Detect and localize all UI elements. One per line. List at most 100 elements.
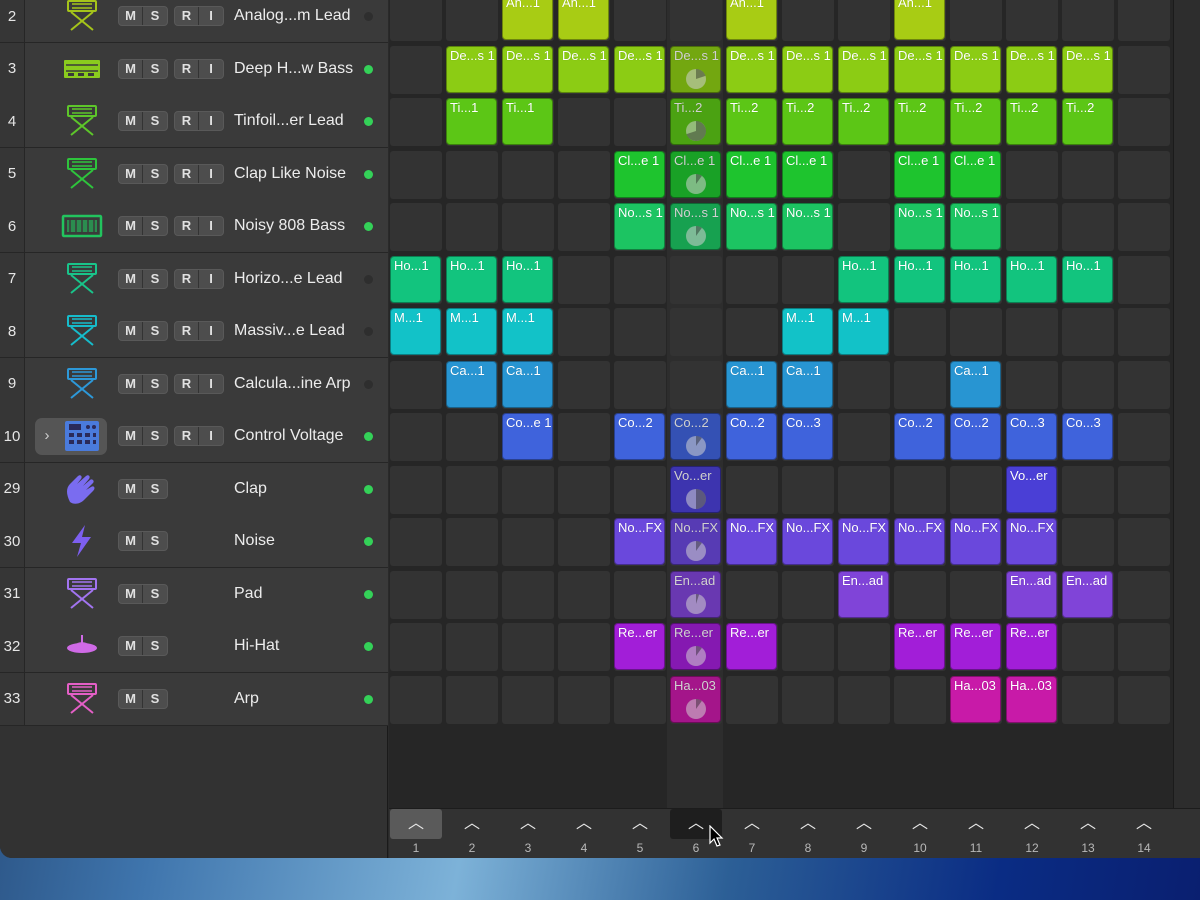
track-row[interactable]: 29 M S Clap [0,462,388,516]
clip-cell[interactable]: De...s 1 [950,45,1001,93]
record-enable-button[interactable]: R [175,322,199,340]
empty-cell-slot[interactable] [726,308,778,356]
record-enable-button[interactable]: R [175,59,199,78]
empty-cell-slot[interactable] [390,98,442,146]
clip-cell[interactable]: Re...er [670,623,721,670]
clip-cell[interactable]: No...FX [1006,518,1057,565]
empty-cell-slot[interactable] [446,203,498,251]
empty-cell-slot[interactable] [502,675,554,724]
track-row[interactable]: 8 M S R I Massiv...e Lead [0,305,388,358]
solo-button[interactable]: S [143,217,167,235]
input-monitor-button[interactable]: I [199,217,223,235]
empty-cell-slot[interactable] [894,675,946,724]
mute-button[interactable]: M [119,217,143,235]
clip-cell[interactable]: Ca...1 [782,360,833,408]
input-monitor-button[interactable]: I [199,60,223,78]
empty-cell-slot[interactable] [1062,360,1114,409]
track-row[interactable]: 2 M S R I Analog...m Lead [0,0,388,43]
clip-cell[interactable]: Re...er [726,623,777,670]
empty-cell-slot[interactable] [502,570,554,619]
empty-cell-slot[interactable] [558,255,610,304]
empty-cell-slot[interactable] [1062,150,1114,199]
empty-cell-slot[interactable] [558,98,610,146]
empty-cell-slot[interactable] [950,465,1002,514]
mute-button[interactable]: M [119,59,143,78]
empty-cell-slot[interactable] [838,360,890,409]
empty-cell-slot[interactable] [558,518,610,566]
empty-cell-slot[interactable] [614,360,666,409]
clip-cell[interactable]: No...FX [950,518,1001,565]
clip-cell[interactable]: Ho...1 [390,255,441,303]
track-row[interactable]: 32 M S Hi-Hat [0,620,388,673]
input-monitor-button[interactable]: I [199,375,223,393]
clip-cell[interactable]: De...s 1 [558,45,609,93]
mute-button[interactable]: M [119,532,143,550]
empty-cell-slot[interactable] [446,518,498,566]
track-row[interactable]: 6 M S R I Noisy 808 Bass [0,200,388,253]
clip-cell[interactable]: No...s 1 [950,203,1001,250]
record-enable-button[interactable]: R [175,7,199,25]
mute-button[interactable]: M [119,7,143,25]
solo-button[interactable]: S [143,585,167,603]
clip-cell[interactable]: En...ad [838,570,889,618]
clip-cell[interactable]: Ti...1 [446,98,497,145]
empty-cell-slot[interactable] [670,360,722,409]
empty-cell-slot[interactable] [1118,203,1170,251]
empty-cell-slot[interactable] [1062,0,1114,41]
mute-button[interactable]: M [119,427,143,445]
empty-cell-slot[interactable] [390,203,442,251]
clip-cell[interactable]: De...s 1 [446,45,497,93]
empty-cell-slot[interactable] [1118,98,1170,146]
empty-cell-slot[interactable] [390,675,442,724]
empty-cell-slot[interactable] [838,0,890,41]
empty-cell-slot[interactable] [502,623,554,671]
clip-cell[interactable]: Ca...1 [726,360,777,408]
empty-cell-slot[interactable] [782,0,834,41]
solo-button[interactable]: S [143,532,167,550]
empty-cell-slot[interactable] [838,150,890,199]
clip-cell[interactable]: Cl...e 1 [950,150,1001,198]
empty-cell-slot[interactable] [1118,570,1170,619]
scene-trigger-button[interactable]: ︿ [1062,809,1114,839]
clip-cell[interactable]: Vo...er [1006,465,1057,513]
empty-cell-slot[interactable] [1062,518,1114,566]
empty-cell-slot[interactable] [726,570,778,619]
input-monitor-button[interactable]: I [199,165,223,183]
empty-cell-slot[interactable] [1118,360,1170,409]
record-enable-button[interactable]: R [175,164,199,183]
empty-cell-slot[interactable] [614,0,666,41]
scene-trigger-button[interactable]: ︿ [558,809,610,839]
empty-cell-slot[interactable] [726,675,778,724]
clip-cell[interactable]: An...1 [894,0,945,40]
grid-scroll-strip[interactable] [1173,0,1200,858]
clip-cell[interactable]: No...FX [894,518,945,565]
empty-cell-slot[interactable] [782,570,834,619]
clip-cell[interactable]: No...FX [670,518,721,565]
clip-cell[interactable]: Co...2 [950,413,1001,460]
clip-cell[interactable]: Co...2 [614,413,665,460]
empty-cell-slot[interactable] [894,570,946,619]
clip-cell[interactable]: De...s 1 [1062,45,1113,93]
record-enable-button[interactable]: R [175,217,199,235]
empty-cell-slot[interactable] [1006,203,1058,251]
empty-cell-slot[interactable] [1118,623,1170,671]
record-enable-button[interactable]: R [175,269,199,288]
clip-cell[interactable]: Ti...2 [782,98,833,145]
clip-cell[interactable]: Ca...1 [446,360,497,408]
clip-cell[interactable]: Re...er [894,623,945,670]
empty-cell-slot[interactable] [1062,623,1114,671]
empty-cell-slot[interactable] [894,360,946,409]
empty-cell-slot[interactable] [838,623,890,671]
input-monitor-button[interactable]: I [199,7,223,25]
empty-cell-slot[interactable] [726,255,778,304]
empty-cell-slot[interactable] [446,623,498,671]
empty-cell-slot[interactable] [1118,150,1170,199]
empty-cell-slot[interactable] [558,413,610,461]
empty-cell-slot[interactable] [502,518,554,566]
empty-cell-slot[interactable] [894,465,946,514]
clip-cell[interactable]: Co...3 [1062,413,1113,460]
clip-cell[interactable]: En...ad [1062,570,1113,618]
scene-trigger-button[interactable]: ︿ [502,809,554,839]
empty-cell-slot[interactable] [558,150,610,199]
empty-cell-slot[interactable] [1118,0,1170,41]
